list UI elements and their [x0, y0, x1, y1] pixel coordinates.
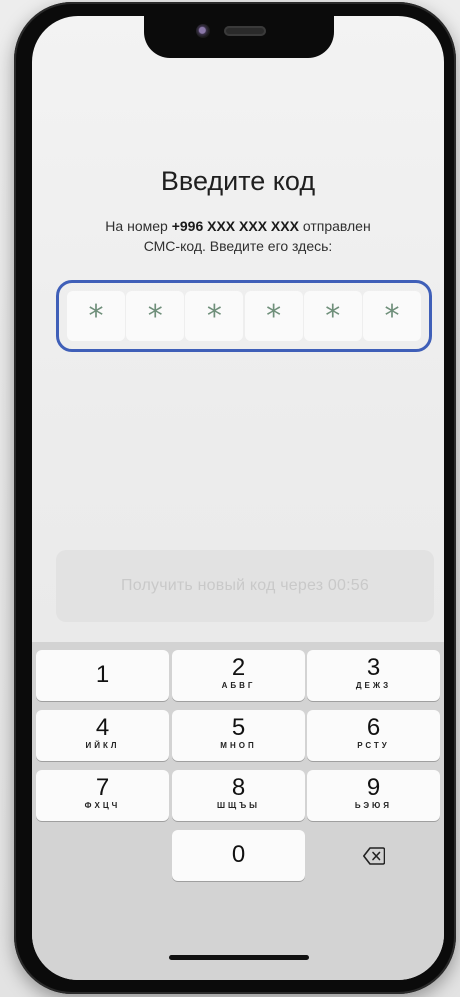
key-letters: МНОП: [220, 741, 257, 750]
key-letters: ЬЭЮЯ: [354, 801, 393, 810]
key-digit: 7: [95, 774, 110, 801]
key-letters: ШЩЪЫ: [217, 801, 260, 810]
key-digit: 5: [231, 714, 246, 741]
key-letters: ИЙКЛ: [85, 741, 120, 750]
key-digit: 9: [366, 774, 381, 801]
backspace-button[interactable]: [307, 830, 440, 881]
key-digit: 3: [366, 654, 381, 681]
code-cell-1[interactable]: *: [67, 291, 125, 341]
subtitle-suffix: отправлен: [302, 218, 371, 234]
key-6[interactable]: 6 РСТУ: [307, 710, 440, 761]
key-5[interactable]: 5 МНОП: [172, 710, 305, 761]
key-2[interactable]: 2 АБВГ: [172, 650, 305, 701]
key-8[interactable]: 8 ШЩЪЫ: [172, 770, 305, 821]
code-input-group[interactable]: * * * * * *: [56, 280, 432, 352]
key-4[interactable]: 4 ИЙКЛ: [36, 710, 169, 761]
key-3[interactable]: 3 ДЕЖЗ: [307, 650, 440, 701]
key-digit: 8: [231, 774, 246, 801]
key-digit: 0: [231, 841, 246, 868]
phone-frame: Введите код На номер +996 XXX XXX XXX от…: [14, 2, 456, 994]
key-letters: РСТУ: [357, 741, 390, 750]
phone-screen: Введите код На номер +996 XXX XXX XXX от…: [32, 16, 444, 980]
resend-code-button[interactable]: Получить новый код через 00:56: [56, 550, 434, 622]
code-cell-6[interactable]: *: [362, 291, 421, 341]
key-letters: ФХЦЧ: [84, 801, 121, 810]
key-7[interactable]: 7 ФХЦЧ: [36, 770, 169, 821]
key-9[interactable]: 9 ЬЭЮЯ: [307, 770, 440, 821]
subtitle-prefix: На номер: [105, 218, 168, 234]
key-digit: 1: [95, 661, 110, 688]
code-cell-5[interactable]: *: [303, 291, 362, 341]
notch: [144, 16, 334, 58]
numeric-keypad: 1 2 АБВГ 3 ДЕЖЗ 4 ИЙКЛ 5 МНОП 6 РСТУ 7 Ф…: [32, 642, 444, 980]
key-1[interactable]: 1: [36, 650, 169, 701]
page-title: Введите код: [160, 166, 316, 196]
phone-number: +996 XXX XXX XXX: [171, 218, 299, 234]
speaker-icon: [224, 26, 266, 36]
stage: Введите код На номер +996 XXX XXX XXX от…: [0, 0, 460, 997]
key-digit: 6: [366, 714, 381, 741]
key-0[interactable]: 0: [172, 830, 305, 881]
code-cell-4[interactable]: *: [244, 291, 303, 341]
subtitle-line2: СМС-код. Введите его здесь:: [143, 238, 333, 254]
key-letters: АБВГ: [221, 681, 256, 690]
key-letters: ДЕЖЗ: [355, 681, 392, 690]
instruction-text: На номер +996 XXX XXX XXX отправлен СМС-…: [62, 216, 414, 256]
camera-icon: [196, 24, 210, 38]
code-cell-2[interactable]: *: [126, 291, 185, 341]
code-cell-3[interactable]: *: [185, 291, 244, 341]
home-indicator[interactable]: [169, 955, 309, 960]
key-digit: 4: [95, 714, 110, 741]
key-digit: 2: [231, 654, 246, 681]
backspace-icon: [362, 846, 385, 865]
code-cells: * * * * * *: [67, 291, 421, 341]
